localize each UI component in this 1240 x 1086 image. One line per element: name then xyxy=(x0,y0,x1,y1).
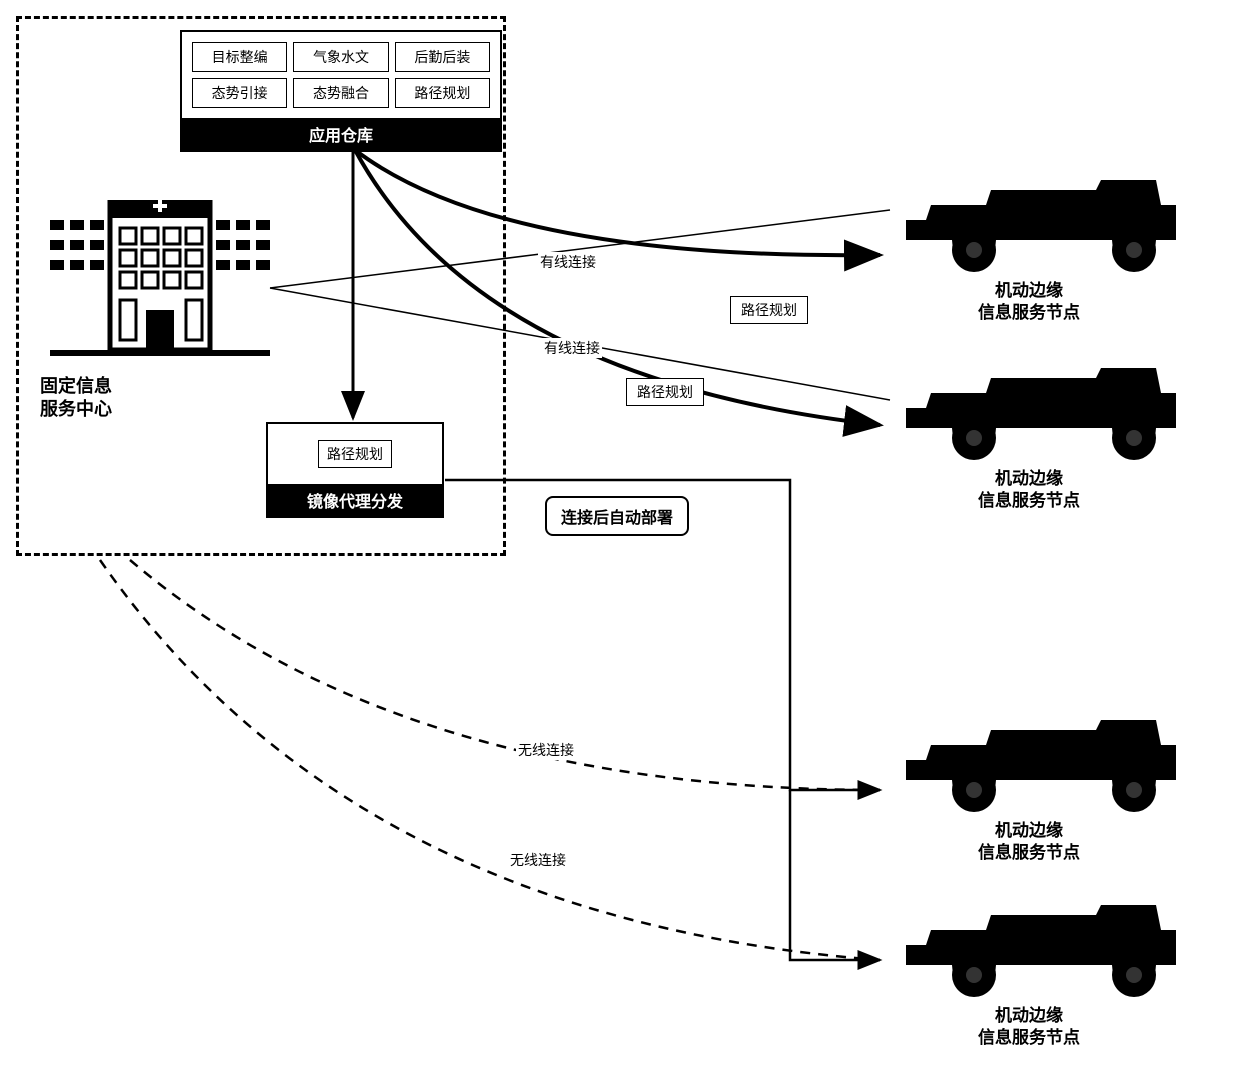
app-item-1: 气象水文 xyxy=(293,42,388,72)
auto-deploy-label: 连接后自动部署 xyxy=(545,496,689,536)
app-item-2: 后勤后装 xyxy=(395,42,490,72)
edge-node-label-4: 机动边缘 信息服务节点 xyxy=(978,1005,1080,1049)
mirror-proxy-item: 路径规划 xyxy=(318,440,392,468)
building-icon xyxy=(50,200,270,365)
wired-label-1: 有线连接 xyxy=(538,252,598,272)
app-item-5: 路径规划 xyxy=(395,78,490,108)
edge-node-label-2: 机动边缘 信息服务节点 xyxy=(978,468,1080,512)
path-plan-box-2: 路径规划 xyxy=(626,378,704,406)
app-warehouse-title: 应用仓库 xyxy=(182,118,500,150)
wireless-label-2: 无线连接 xyxy=(508,850,568,870)
mirror-proxy: 路径规划 镜像代理分发 xyxy=(266,422,444,518)
app-warehouse: 目标整编 气象水文 后勤后装 态势引接 态势融合 路径规划 应用仓库 xyxy=(180,30,502,152)
app-item-0: 目标整编 xyxy=(192,42,287,72)
edge-node-label-1: 机动边缘 信息服务节点 xyxy=(978,280,1080,324)
wireless-label-1: 无线连接 xyxy=(516,740,576,760)
vehicle-icon-3 xyxy=(896,710,1186,825)
wired-label-2: 有线连接 xyxy=(542,338,602,358)
app-item-4: 态势融合 xyxy=(293,78,388,108)
fixed-center-label: 固定信息 服务中心 xyxy=(40,375,112,422)
edge-node-label-3: 机动边缘 信息服务节点 xyxy=(978,820,1080,864)
vehicle-icon-2 xyxy=(896,358,1186,473)
vehicle-icon-4 xyxy=(896,895,1186,1010)
app-item-3: 态势引接 xyxy=(192,78,287,108)
vehicle-icon-1 xyxy=(896,170,1186,285)
path-plan-box-1: 路径规划 xyxy=(730,296,808,324)
mirror-proxy-title: 镜像代理分发 xyxy=(268,484,442,516)
